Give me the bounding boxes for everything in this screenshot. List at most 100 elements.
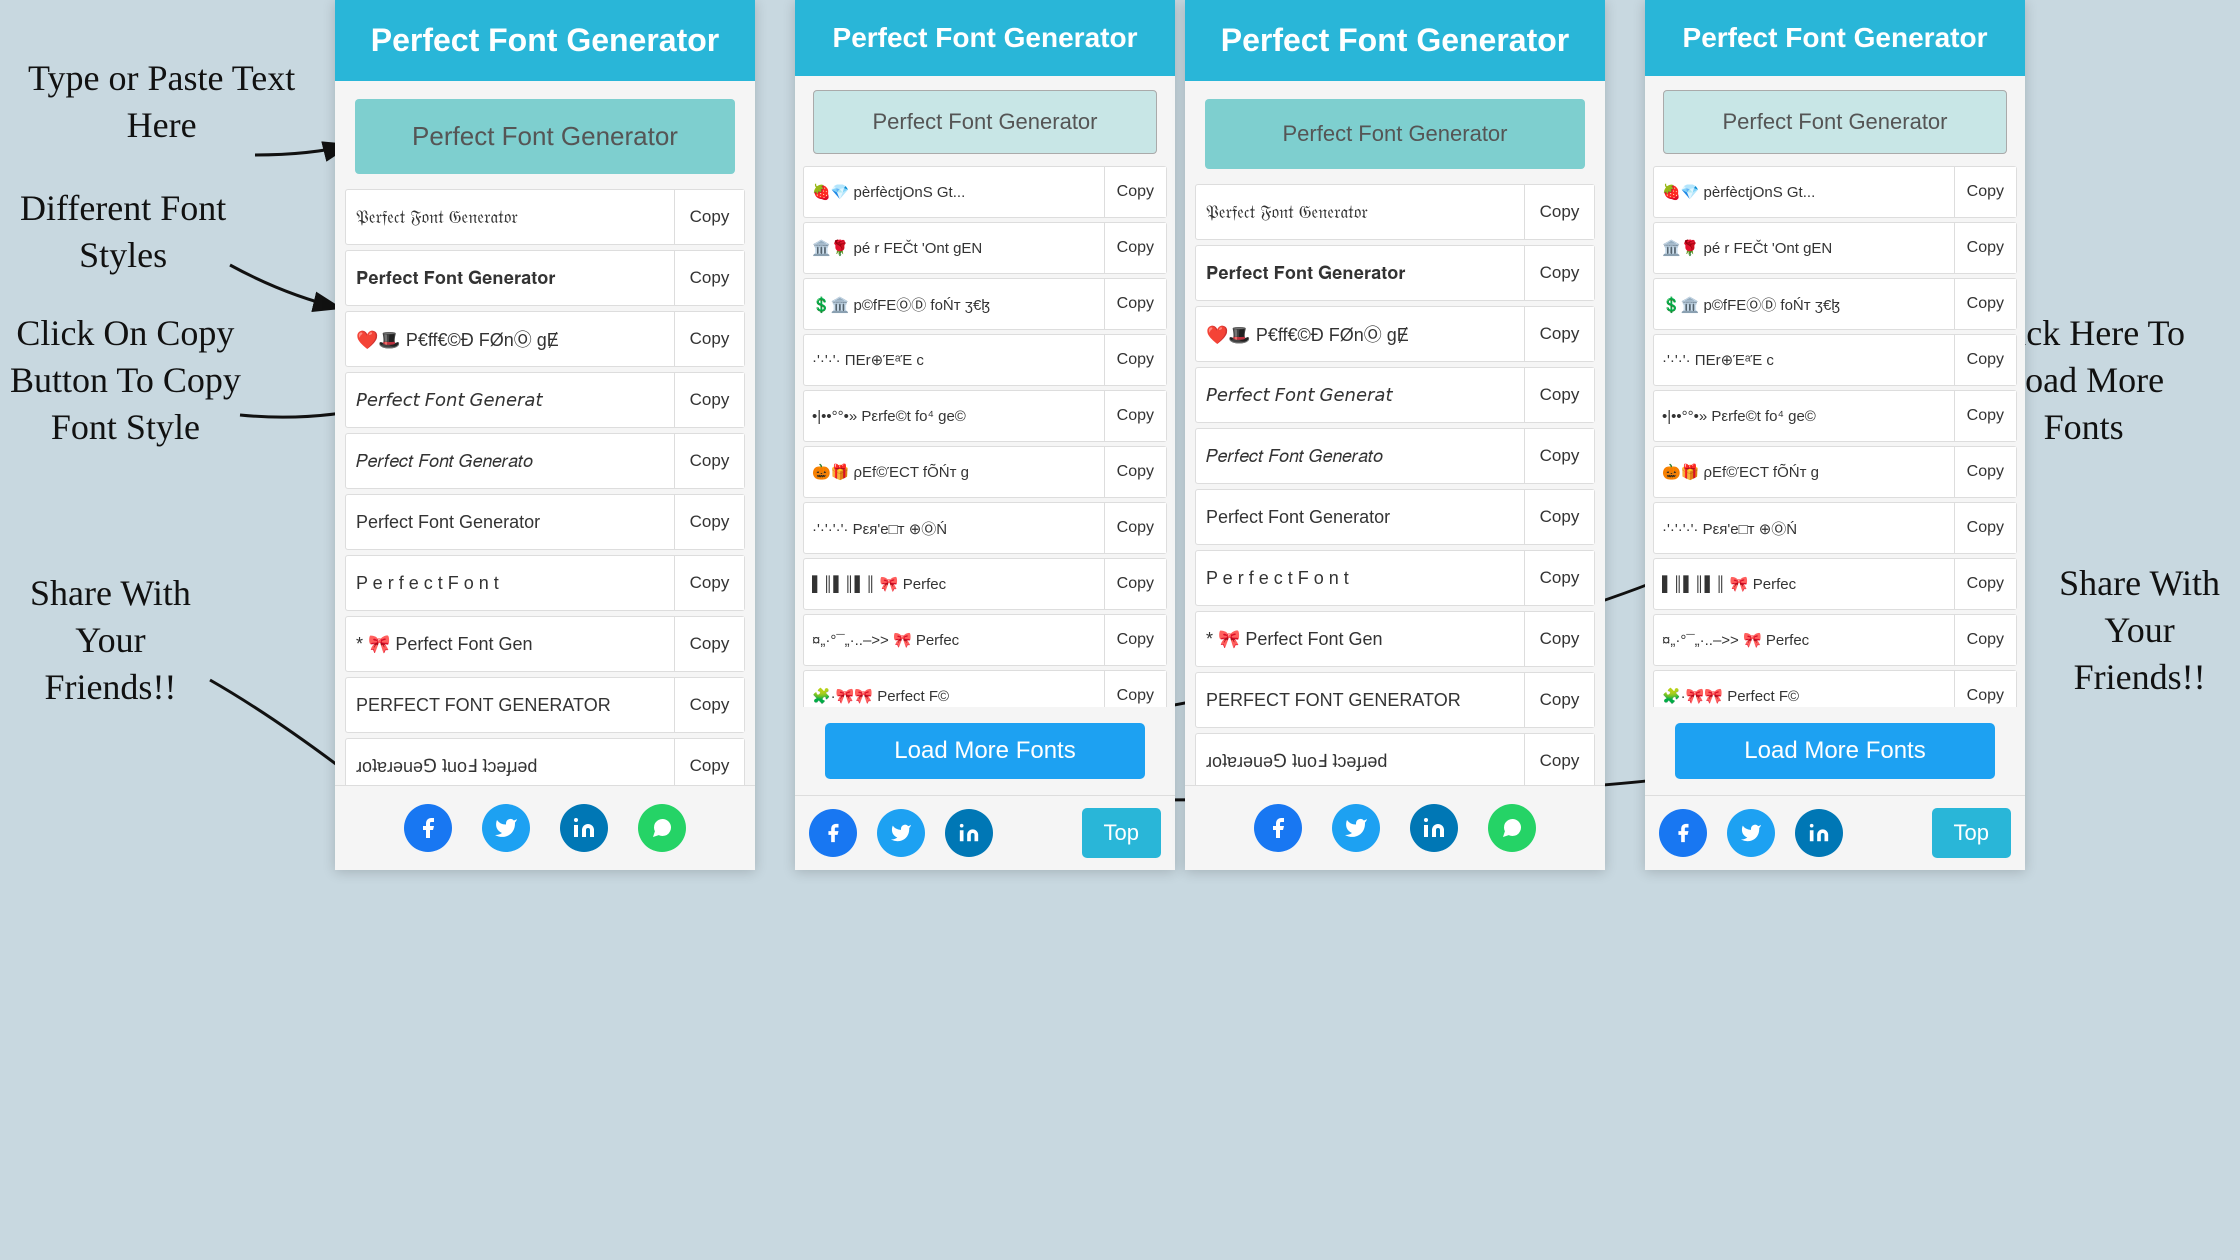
copy-button[interactable]: Copy [1104,671,1166,707]
copy-button[interactable]: Copy [674,617,744,671]
font-row: 💲🏛️ p©fFEⓄⒹ foŃт ʒ€ɮCopy [1653,278,2017,330]
load-more-button[interactable]: Load More Fonts [825,723,1145,779]
copy-button[interactable]: Copy [1954,391,2016,441]
font-row: * 🎀 Perfect Font GenCopy [1195,611,1595,667]
copy-button[interactable]: Copy [674,678,744,732]
copy-button[interactable]: Copy [1954,279,2016,329]
font-row: ·'·'·'· ΠΕr⊕ΈᵃΈ cCopy [1653,334,2017,386]
left-panel: Perfect Font Generator 𝔓𝔢𝔯𝔣𝔢𝔠𝔱 𝔉𝔬𝔫𝔱 𝔊𝔢𝔫𝔢… [335,0,755,870]
copy-button[interactable]: Copy [674,251,744,305]
copy-button[interactable]: Copy [1104,167,1166,217]
copy-button[interactable]: Copy [1524,551,1594,605]
font-text: ɹoʇɐɹǝuǝ⅁ ʇuoℲ ʇɔǝɟɹǝd [1196,751,1524,772]
copy-button[interactable]: Copy [1104,279,1166,329]
copy-button[interactable]: Copy [1524,612,1594,666]
copy-button[interactable]: Copy [674,190,744,244]
copy-button[interactable]: Copy [1104,447,1166,497]
font-text: PERFECT FONT GENERATOR [346,695,674,716]
copy-button[interactable]: Copy [1524,734,1594,785]
font-text: 🍓💎 pèrfèctjOnS Gt... [1654,183,1954,201]
font-text: 𝘗𝘦𝘳𝘧𝘦𝘤𝘵 𝘍𝘰𝘯𝘵 𝘎𝘦𝘯𝘦𝘳𝘢𝘵 [346,390,674,411]
font-text: 🎃🎁 ρEf©ΈCΤ fÕŃт g [1654,463,1954,481]
copy-button[interactable]: Copy [674,495,744,549]
left-input[interactable] [355,99,735,174]
font-row: •|••°°•» Ρεrfe©t fo⁴ ge©Copy [803,390,1167,442]
font-text: 𝐏𝐞𝐫𝐟𝐞𝐜𝐭 𝐅𝐨𝐧𝐭 𝐆𝐞𝐧𝐞𝐫𝐚𝐭𝐨𝐫 [1196,263,1524,284]
font-text: 🏛️🌹 pé r FEČt 'Ont gEN [804,239,1104,257]
copy-button[interactable]: Copy [674,373,744,427]
top-button-2[interactable]: Top [1932,808,2011,858]
copy-button[interactable]: Copy [1104,503,1166,553]
left-input-2[interactable] [1205,99,1585,169]
copy-button[interactable]: Copy [1524,246,1594,300]
linkedin-share-left-2[interactable] [1410,804,1458,852]
font-row: 🧩·🎀🎀 Perfect F©Copy [1653,670,2017,707]
linkedin-share-left[interactable] [560,804,608,852]
copy-button[interactable]: Copy [1954,167,2016,217]
copy-button[interactable]: Copy [1524,673,1594,727]
copy-button[interactable]: Copy [674,434,744,488]
right-panel-2-header: Perfect Font Generator [1645,0,2025,76]
annotation-share-right: Share With Your Friends!! [2059,560,2220,700]
right-share-icons-2 [1659,809,1843,857]
copy-button[interactable]: Copy [1954,335,2016,385]
right-panel-2: Perfect Font Generator 🍓💎 pèrfèctjOnS Gt… [1645,0,2025,870]
font-text: 𝑃𝑒𝑟𝑓𝑒𝑐𝑡 𝐹𝑜𝑛𝑡 𝐺𝑒𝑛𝑒𝑟𝑎𝑡𝑜 [1196,446,1524,467]
annotation-click-copy: Click On Copy Button To Copy Font Style [10,310,241,450]
copy-button[interactable]: Copy [1524,490,1594,544]
whatsapp-share-left-2[interactable] [1488,804,1536,852]
copy-button[interactable]: Copy [1524,368,1594,422]
twitter-share-right-2[interactable] [1727,809,1775,857]
copy-button[interactable]: Copy [1524,185,1594,239]
font-text: 🎃🎁 ρEf©ΈCΤ fÕŃт g [804,463,1104,481]
copy-button[interactable]: Copy [674,739,744,785]
top-button[interactable]: Top [1082,808,1161,858]
facebook-share-left[interactable] [404,804,452,852]
twitter-share-left-2[interactable] [1332,804,1380,852]
facebook-share-right[interactable] [809,809,857,857]
facebook-share-right-2[interactable] [1659,809,1707,857]
right-font-list-2: 🍓💎 pèrfèctjOnS Gt...Copy🏛️🌹 pé r FEČt 'O… [1645,162,2025,707]
whatsapp-share-left[interactable] [638,804,686,852]
copy-button[interactable]: Copy [1954,447,2016,497]
twitter-share-left[interactable] [482,804,530,852]
right-input-2[interactable] [1663,90,2007,154]
left-panel-2-header: Perfect Font Generator [1185,0,1605,81]
font-row: 🍓💎 pèrfèctjOnS Gt...Copy [803,166,1167,218]
left-font-list: 𝔓𝔢𝔯𝔣𝔢𝔠𝔱 𝔉𝔬𝔫𝔱 𝔊𝔢𝔫𝔢𝔯𝔞𝔱𝔬𝔯Copy𝐏𝐞𝐫𝐟𝐞𝐜𝐭 𝐅𝐨𝐧𝐭 𝐆… [335,184,755,785]
copy-button[interactable]: Copy [1104,615,1166,665]
font-text: •|••°°•» Ρεrfe©t fo⁴ ge© [804,408,1104,425]
copy-button[interactable]: Copy [1104,559,1166,609]
copy-button[interactable]: Copy [674,556,744,610]
left-panel-2: Perfect Font Generator 𝔓𝔢𝔯𝔣𝔢𝔠𝔱 𝔉𝔬𝔫𝔱 𝔊𝔢𝔫𝔢… [1185,0,1605,870]
font-row: 🍓💎 pèrfèctjOnS Gt...Copy [1653,166,2017,218]
font-row: ·'·'·'· ΠΕr⊕ΈᵃΈ cCopy [803,334,1167,386]
font-row: 💲🏛️ p©fFEⓄⒹ foŃт ʒ€ɮCopy [803,278,1167,330]
copy-button[interactable]: Copy [674,312,744,366]
copy-button[interactable]: Copy [1954,559,2016,609]
load-more-button-2[interactable]: Load More Fonts [1675,723,1995,779]
font-text: P e r f e c t F o n t [346,573,674,594]
copy-button[interactable]: Copy [1104,391,1166,441]
copy-button[interactable]: Copy [1524,429,1594,483]
copy-button[interactable]: Copy [1104,223,1166,273]
left-panel-header: Perfect Font Generator [335,0,755,81]
twitter-share-right[interactable] [877,809,925,857]
linkedin-share-right-2[interactable] [1795,809,1843,857]
copy-button[interactable]: Copy [1954,671,2016,707]
font-text: 🧩·🎀🎀 Perfect F© [1654,687,1954,705]
font-row: ·'·'·'·'· Ρεя'e□т ⊕ⓄŃCopy [1653,502,2017,554]
copy-button[interactable]: Copy [1954,223,2016,273]
copy-button[interactable]: Copy [1954,615,2016,665]
font-row: 𝔓𝔢𝔯𝔣𝔢𝔠𝔱 𝔉𝔬𝔫𝔱 𝔊𝔢𝔫𝔢𝔯𝔞𝔱𝔬𝔯Copy [1195,184,1595,240]
font-row: PERFECT FONT GENERATORCopy [1195,672,1595,728]
font-row: P e r f e c t F o n tCopy [1195,550,1595,606]
font-row: ❤️🎩 P€ff€©Ð FØnⓄ gɆCopy [1195,306,1595,362]
copy-button[interactable]: Copy [1104,335,1166,385]
facebook-share-left-2[interactable] [1254,804,1302,852]
linkedin-share-right[interactable] [945,809,993,857]
copy-button[interactable]: Copy [1954,503,2016,553]
right-input[interactable] [813,90,1157,154]
copy-button[interactable]: Copy [1524,307,1594,361]
font-row: ¤„·°¯„·..–>> 🎀 PerfecCopy [1653,614,2017,666]
